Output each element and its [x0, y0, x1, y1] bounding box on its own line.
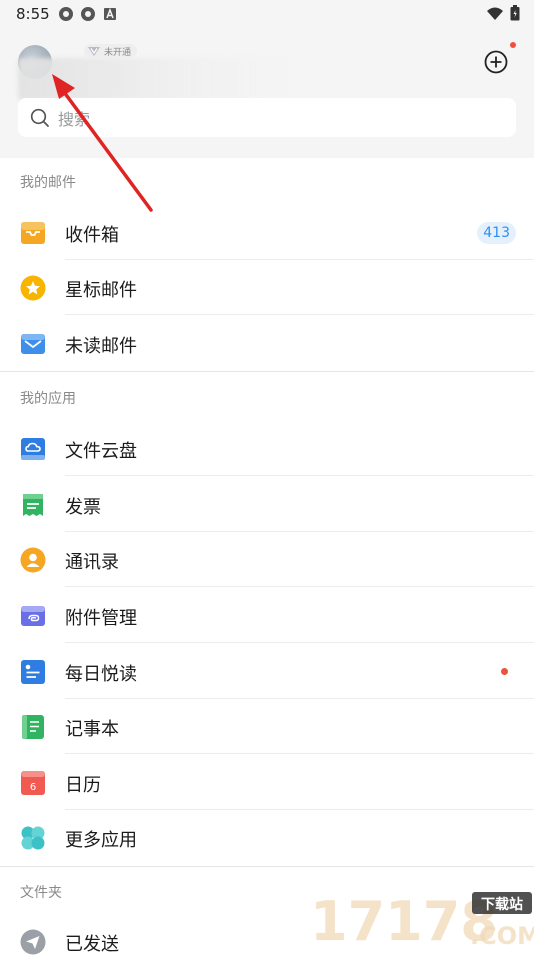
sent-icon — [20, 929, 46, 955]
list-item-contacts[interactable]: 通讯录 — [0, 532, 534, 587]
notepad-icon — [22, 715, 44, 739]
app-notification-icon — [80, 6, 96, 22]
calendar-icon-day: 6 — [30, 782, 36, 793]
list-item-more-apps[interactable]: 更多应用 — [0, 810, 534, 865]
wifi-icon — [486, 6, 504, 25]
search-placeholder: 搜索 — [58, 109, 91, 129]
cloud-drive-icon — [21, 438, 45, 460]
divider — [65, 475, 534, 476]
vip-icon — [88, 46, 100, 56]
list-item-starred[interactable]: 星标邮件 — [0, 260, 534, 315]
notepad-label: 记事本 — [65, 719, 119, 740]
app-notification-icon — [58, 6, 74, 22]
vip-status-label: 未开通 — [104, 47, 132, 58]
status-time: 8:55 — [16, 5, 50, 23]
section-divider — [0, 866, 534, 867]
daily-read-icon — [21, 660, 45, 684]
section-divider — [0, 371, 534, 372]
divider — [65, 642, 534, 643]
battery-icon — [510, 5, 520, 25]
account-header: 未开通 搜索 — [0, 28, 534, 158]
list-item-attachments[interactable]: 附件管理 — [0, 588, 534, 643]
list-item-invoice[interactable]: 发票 — [0, 477, 534, 532]
more-apps-icon — [21, 826, 45, 850]
search-icon — [30, 108, 49, 127]
section-title-my-mail: 我的邮件 — [20, 175, 76, 191]
attachments-label: 附件管理 — [65, 608, 137, 629]
inbox-label: 收件箱 — [65, 225, 119, 246]
contacts-icon — [20, 547, 46, 573]
star-icon — [20, 275, 46, 301]
cloud-drive-label: 文件云盘 — [65, 441, 137, 462]
invoice-icon — [23, 494, 43, 516]
more-apps-label: 更多应用 — [65, 830, 137, 851]
unread-label: 未读邮件 — [65, 336, 137, 357]
account-name-blurred[interactable] — [18, 58, 284, 100]
list-item-notepad[interactable]: 记事本 — [0, 699, 534, 754]
a-notification-icon — [102, 6, 118, 22]
vip-badge[interactable]: 未开通 — [84, 44, 138, 58]
starred-label: 星标邮件 — [65, 280, 137, 301]
search-bar[interactable]: 搜索 — [18, 98, 516, 137]
inbox-count-badge: 413 — [477, 222, 516, 244]
section-title-folders: 文件夹 — [20, 885, 62, 901]
divider — [65, 753, 534, 754]
sent-label: 已发送 — [65, 934, 119, 955]
watermark-sub: 下载站 — [481, 896, 523, 913]
daily-read-label: 每日悦读 — [65, 664, 137, 685]
unread-indicator-dot — [501, 668, 508, 675]
calendar-label: 日历 — [65, 775, 101, 796]
list-item-unread[interactable]: 未读邮件 — [0, 316, 534, 371]
divider — [65, 314, 534, 315]
list-item-calendar[interactable]: 6 日历 — [0, 755, 534, 810]
notification-icons — [58, 6, 118, 22]
site-watermark: 17178 下载站 .COM — [310, 890, 534, 950]
contacts-label: 通讯录 — [65, 552, 119, 573]
divider — [65, 586, 534, 587]
envelope-icon — [21, 334, 45, 354]
attachment-icon — [21, 606, 45, 626]
section-title-my-apps: 我的应用 — [20, 391, 76, 407]
status-bar: 8:55 — [0, 0, 534, 28]
list-item-cloud-drive[interactable]: 文件云盘 — [0, 421, 534, 476]
calendar-icon: 6 — [21, 771, 45, 795]
list-item-daily-read[interactable]: 每日悦读 — [0, 644, 534, 699]
status-right — [486, 5, 520, 25]
invoice-label: 发票 — [65, 497, 101, 518]
list-item-inbox[interactable]: 收件箱 413 — [0, 205, 534, 260]
watermark-domain: .COM — [470, 922, 534, 950]
inbox-tray-icon — [21, 222, 45, 244]
new-indicator-dot — [510, 42, 516, 48]
add-icon[interactable] — [482, 48, 510, 76]
